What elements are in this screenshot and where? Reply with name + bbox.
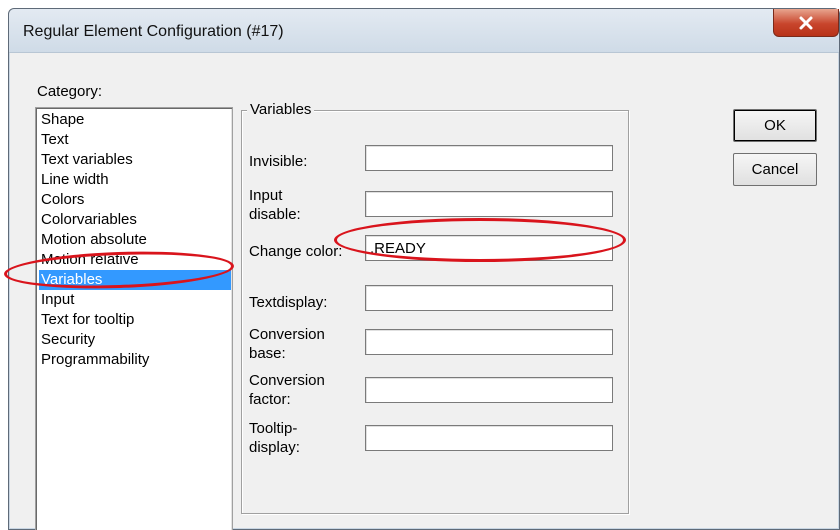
close-icon <box>799 16 813 29</box>
input-disable-label: Input disable: <box>249 187 301 223</box>
invisible-label: Invisible: <box>249 153 308 170</box>
category-item-text-variables[interactable]: Text variables <box>39 150 231 170</box>
textdisplay-input[interactable] <box>365 285 613 311</box>
category-item-input[interactable]: Input <box>39 290 231 310</box>
close-button[interactable] <box>773 9 839 37</box>
dialog-window: Regular Element Configuration (#17) Cate… <box>8 8 840 530</box>
category-item-variables[interactable]: Variables <box>39 270 231 290</box>
input-disable-input[interactable] <box>365 191 613 217</box>
variables-group-title: Variables <box>247 101 315 118</box>
conversion-base-input[interactable] <box>365 329 613 355</box>
ok-button[interactable]: OK <box>733 109 817 142</box>
invisible-input[interactable] <box>365 145 613 171</box>
change-color-input[interactable] <box>365 235 613 261</box>
category-item-programmability[interactable]: Programmability <box>39 350 231 370</box>
category-item-text-for-tooltip[interactable]: Text for tooltip <box>39 310 231 330</box>
category-label: Category: <box>37 83 103 100</box>
category-item-colorvariables[interactable]: Colorvariables <box>39 210 231 230</box>
category-list[interactable]: Shape Text Text variables Line width Col… <box>35 107 233 530</box>
conversion-factor-input[interactable] <box>365 377 613 403</box>
category-item-motion-absolute[interactable]: Motion absolute <box>39 230 231 250</box>
change-color-label: Change color: <box>249 243 343 260</box>
textdisplay-label: Textdisplay: <box>249 294 328 311</box>
tooltip-display-input[interactable] <box>365 425 613 451</box>
conversion-factor-label: Conversion factor: <box>249 372 325 408</box>
window-title: Regular Element Configuration (#17) <box>23 23 284 40</box>
category-item-line-width[interactable]: Line width <box>39 170 231 190</box>
category-item-motion-relative[interactable]: Motion relative <box>39 250 231 270</box>
category-item-shape[interactable]: Shape <box>39 110 231 130</box>
cancel-button[interactable]: Cancel <box>733 153 817 186</box>
category-item-text[interactable]: Text <box>39 130 231 150</box>
category-item-colors[interactable]: Colors <box>39 190 231 210</box>
title-bar[interactable]: Regular Element Configuration (#17) <box>9 9 839 53</box>
category-item-security[interactable]: Security <box>39 330 231 350</box>
dialog-body: Category: Shape Text Text variables Line… <box>15 53 833 530</box>
conversion-base-label: Conversion base: <box>249 326 325 362</box>
tooltip-display-label: Tooltip- display: <box>249 420 300 456</box>
